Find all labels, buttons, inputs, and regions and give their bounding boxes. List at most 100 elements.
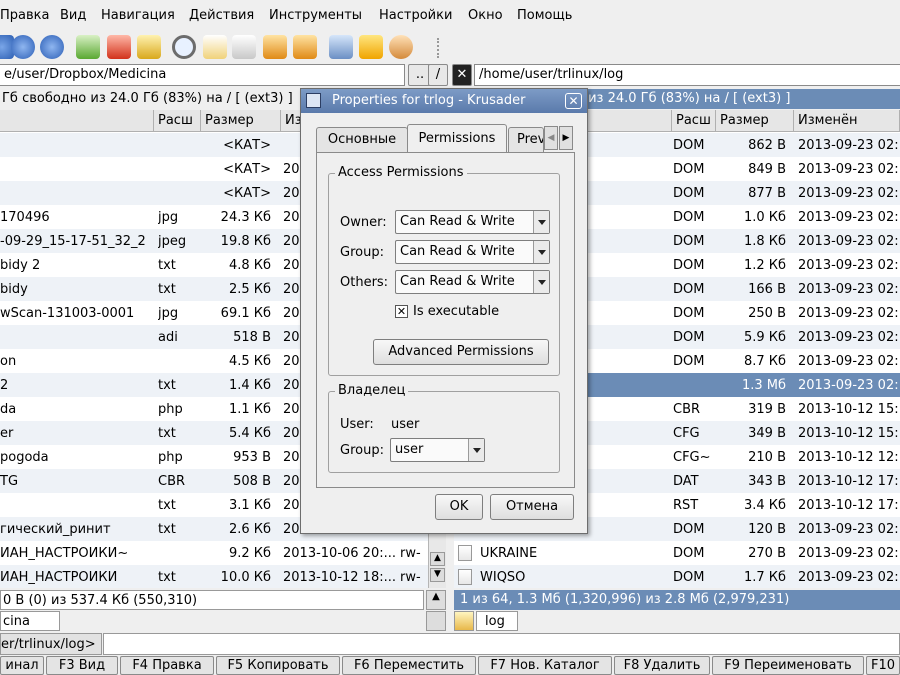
access-permissions-title: Access Permissions — [335, 165, 467, 180]
cell-name: wScan-131003-0001 — [0, 306, 135, 321]
cancel-button[interactable]: Отмена — [490, 494, 574, 520]
menu-settings[interactable]: Настройки — [379, 8, 452, 23]
cell-size: 24.3 Кб — [220, 210, 271, 225]
close-icon[interactable]: ✕ — [565, 93, 582, 109]
cell-size: 4.8 Кб — [228, 258, 271, 273]
table-row[interactable]: UKRAINE DOM 270 B 2013-09-23 02:.. — [454, 541, 900, 565]
dialog-title: Properties for trlog - Krusader — [332, 93, 526, 108]
cell-date: 2013-09-23 02:.. — [798, 258, 900, 273]
cell-name: -09-29_15-17-51_32_2 — [0, 234, 146, 249]
move-icon[interactable] — [293, 35, 317, 59]
tab-scroll-left-icon[interactable]: ◀ — [544, 126, 558, 150]
cell-date: 2013-09-23 02:.. — [798, 162, 900, 177]
cell-size: 2.6 Кб — [228, 522, 271, 537]
refresh-icon[interactable] — [40, 35, 64, 59]
left-header-ext[interactable]: Расш — [154, 110, 201, 132]
tab-permissions[interactable]: Permissions — [407, 124, 507, 153]
cmdline-input[interactable] — [103, 633, 900, 655]
cell-size: 877 B — [748, 186, 786, 201]
right-path-field[interactable]: /home/user/trlinux/log — [474, 64, 900, 86]
fkey-f10[interactable]: F10 — [866, 656, 900, 675]
compare-icon[interactable] — [263, 35, 287, 59]
executable-checkbox[interactable]: ✕ — [395, 305, 408, 318]
cell-name: da — [0, 402, 17, 417]
delete-red-icon[interactable] — [107, 35, 131, 59]
menu-navigation[interactable]: Навигация — [101, 8, 175, 23]
tab-preview[interactable]: Prev — [508, 127, 544, 152]
lightning-icon[interactable] — [359, 35, 383, 59]
right-header-date[interactable]: Изменён — [794, 110, 900, 132]
cell-date: 2013-09-23 02:.. — [798, 546, 900, 561]
table-row[interactable]: WIQSO DOM 1.7 Кб 2013-09-23 02:.. — [454, 565, 900, 588]
right-header-size[interactable]: Размер — [716, 110, 794, 132]
cell-ext: DOM — [673, 354, 705, 369]
search-icon[interactable] — [172, 35, 196, 59]
fkey-f3-view[interactable]: F3 Вид — [46, 656, 118, 675]
cell-size: 508 B — [233, 474, 271, 489]
right-panel-tab[interactable]: log — [476, 611, 518, 631]
root-dir-button[interactable]: / — [428, 64, 448, 86]
fkey-f8-delete[interactable]: F8 Удалить — [614, 656, 710, 675]
cell-size: 343 B — [748, 474, 786, 489]
group-permission-select[interactable]: Can Read & Write — [395, 240, 550, 264]
cell-date: 2013-10-12 15:.. — [798, 402, 900, 417]
cell-size: 9.2 Кб — [228, 546, 271, 561]
dialog-titlebar[interactable]: Properties for trlog - Krusader ✕ — [301, 89, 587, 113]
cell-size: 210 B — [748, 450, 786, 465]
cell-size: 862 B — [748, 138, 786, 153]
fkey-f6-move[interactable]: F6 Переместить — [342, 656, 476, 675]
ok-button[interactable]: OK — [435, 494, 483, 520]
right-header-ext[interactable]: Расш — [672, 110, 716, 132]
fkey-terminal[interactable]: инал — [0, 656, 44, 675]
menu-window[interactable]: Окно — [468, 8, 503, 23]
advanced-permissions-button[interactable]: Advanced Permissions — [373, 339, 549, 365]
menu-help[interactable]: Помощь — [517, 8, 572, 23]
cell-size: 3.4 Кб — [743, 498, 786, 513]
scroll-up-icon[interactable]: ▲ — [430, 552, 445, 566]
cell-size: 270 B — [748, 546, 786, 561]
owner-group-select[interactable]: user — [390, 438, 485, 462]
tab-scroll-right-icon[interactable]: ▶ — [559, 126, 573, 150]
cell-ext: jpg — [158, 210, 179, 225]
fkey-f7-mkdir[interactable]: F7 Нов. Каталог — [478, 656, 612, 675]
new-tab-icon[interactable] — [426, 611, 446, 631]
copy-icon[interactable] — [232, 35, 256, 59]
swap-panels-icon[interactable]: ✕ — [452, 64, 472, 86]
fkey-f5-copy[interactable]: F5 Копировать — [216, 656, 340, 675]
fkey-f4-edit[interactable]: F4 Правка — [120, 656, 214, 675]
user-icon[interactable] — [389, 35, 413, 59]
check-green-icon[interactable] — [76, 35, 100, 59]
home-icon[interactable] — [11, 35, 35, 59]
scroll-down-icon[interactable]: ▼ — [430, 568, 445, 582]
cell-ext: DOM — [673, 330, 705, 345]
left-header-name[interactable] — [0, 110, 154, 132]
group-permission-value: Can Read & Write — [400, 244, 515, 259]
cell-size: 1.0 Кб — [743, 210, 786, 225]
executable-label: Is executable — [413, 304, 500, 319]
cell-ext: txt — [158, 498, 176, 513]
cell-date: 2013-09-23 02:.. — [798, 138, 900, 153]
cell-ext: DOM — [673, 258, 705, 273]
menu-edit[interactable]: Правка — [0, 8, 49, 23]
table-row[interactable]: ИАН_НАСТРОЙКИ~ 9.2 Кб 2013-10-06 20:... rw- — [0, 541, 428, 565]
others-permission-select[interactable]: Can Read & Write — [395, 270, 550, 294]
cell-name: bidy — [0, 282, 28, 297]
left-header-size[interactable]: Размер — [201, 110, 281, 132]
cell-date: 2013-10-12 15:.. — [798, 426, 900, 441]
left-popup-icon[interactable]: ▲ — [426, 590, 446, 610]
menu-view[interactable]: Вид — [60, 8, 86, 23]
cell-name: ИАН_НАСТРОЙКИ~ — [0, 546, 129, 561]
menu-tools[interactable]: Инструменты — [269, 8, 362, 23]
tab-general[interactable]: Основные — [316, 127, 408, 152]
left-panel-tab[interactable]: cina — [0, 611, 60, 631]
fkey-f9-rename[interactable]: F9 Переименовать — [712, 656, 864, 675]
cell-size: 518 B — [233, 330, 271, 345]
table-row[interactable]: ИАН_НАСТРОЙКИ txt 10.0 Кб 2013-10-12 18:...… — [0, 565, 428, 588]
cell-name: bidy 2 — [0, 258, 41, 273]
owner-permission-select[interactable]: Can Read & Write — [395, 210, 550, 234]
network-icon[interactable] — [329, 35, 353, 59]
check-yellow-icon[interactable] — [137, 35, 161, 59]
menu-actions[interactable]: Действия — [189, 8, 254, 23]
new-file-icon[interactable] — [203, 35, 227, 59]
left-path-field[interactable]: e/user/Dropbox/Medicina — [0, 64, 405, 86]
